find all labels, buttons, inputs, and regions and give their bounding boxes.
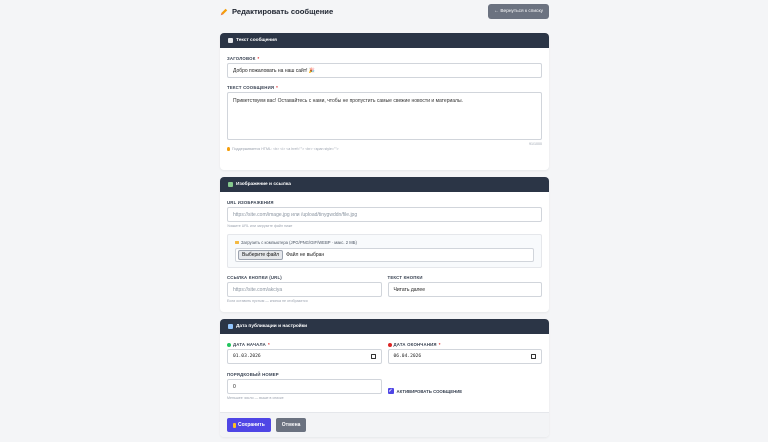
order-label: ПОРЯДКОВЫЙ НОМЕР: [227, 372, 279, 377]
file-input: Выберите файл Файл не выбран: [235, 248, 534, 262]
start-date-label: ДАТА НАЧАЛА *: [227, 342, 382, 347]
image-icon: [228, 182, 233, 187]
page-header: Редактировать сообщение ← Вернуться к сп…: [220, 3, 549, 20]
page-title-text: Редактировать сообщение: [232, 7, 334, 16]
start-date-input[interactable]: 01.03.2026: [227, 349, 382, 364]
document-icon: [228, 38, 233, 43]
calendar-icon: [228, 324, 233, 329]
order-hint: Меньшее число — выше в списке: [227, 396, 284, 400]
activate-checkbox[interactable]: ✓: [387, 388, 394, 394]
title-input[interactable]: Добро пожаловать на наш сайт! 🎉: [227, 63, 542, 78]
lightbulb-icon: [227, 147, 230, 151]
image-url-input[interactable]: https://site.com/image.jpg или /upload/t…: [227, 207, 542, 222]
button-text-input[interactable]: Читать далее: [387, 282, 542, 297]
form-footer: Сохранить Отмена: [220, 412, 549, 437]
file-status: Файл не выбран: [286, 252, 325, 258]
text-section-title: Текст сообщения: [236, 38, 277, 43]
image-url-label: URL ИЗОБРАЖЕНИЯ: [227, 200, 274, 205]
calendar-picker-icon[interactable]: [370, 354, 376, 359]
cancel-button[interactable]: Отмена: [275, 418, 307, 432]
page-title: Редактировать сообщение: [220, 7, 333, 16]
media-section-header: Изображение и ссылка: [220, 177, 549, 192]
body-textarea[interactable]: Приветствуем вас! Оставайтесь с нами, чт…: [227, 92, 542, 140]
back-to-list-button[interactable]: ← Вернуться к списку: [488, 4, 549, 19]
order-input[interactable]: 0: [227, 379, 382, 394]
edit-message-page: Редактировать сообщение ← Вернуться к сп…: [0, 0, 768, 442]
html-hint: Поддерживается HTML: <b> <i> <a href="">…: [227, 147, 542, 151]
dates-section-card: Дата публикации и настройки ДАТА НАЧАЛА *…: [220, 319, 549, 437]
calendar-picker-icon[interactable]: [531, 354, 536, 359]
dates-section-header: Дата публикации и настройки: [220, 319, 549, 334]
pencil-icon: [220, 8, 228, 15]
activate-checkbox-row[interactable]: ✓ АКТИВИРОВАТЬ СООБЩЕНИЕ: [387, 388, 463, 394]
green-dot-icon: [227, 342, 231, 347]
end-date-input[interactable]: 06.04.2026: [387, 349, 542, 364]
body-label: ТЕКСТ СООБЩЕНИЯ *: [227, 85, 279, 90]
title-label: ЗАГОЛОВОК *: [227, 56, 260, 61]
button-text-label: ТЕКСТ КНОПКИ: [387, 275, 423, 280]
save-icon: [233, 422, 236, 428]
text-section-header: Текст сообщения: [220, 33, 549, 48]
choose-file-button[interactable]: Выберите файл: [238, 250, 284, 260]
upload-box: Загрузить с компьютера (JPG/PNG/GIF/WEBP…: [227, 234, 542, 268]
end-date-label: ДАТА ОКОНЧАНИЯ *: [387, 342, 543, 347]
text-section-card: Текст сообщения ЗАГОЛОВОК * Добро пожалов…: [220, 33, 549, 170]
image-url-hint: Укажите URL или загрузите файл ниже: [227, 224, 293, 228]
media-section-title: Изображение и ссылка: [236, 182, 291, 187]
folder-icon: [235, 241, 239, 244]
activate-label: АКТИВИРОВАТЬ СООБЩЕНИЕ: [396, 388, 463, 394]
dates-section-title: Дата публикации и настройки: [236, 324, 308, 329]
save-button[interactable]: Сохранить: [227, 418, 271, 432]
upload-label: Загрузить с компьютера (JPG/PNG/GIF/WEBP…: [235, 240, 534, 245]
button-url-label: ССЫЛКА КНОПКИ (URL): [227, 275, 282, 280]
button-url-hint: Если оставить пустым — кнопка не отобраз…: [227, 299, 308, 303]
media-section-card: Изображение и ссылка URL ИЗОБРАЖЕНИЯ htt…: [220, 177, 549, 312]
char-counter: 91/1000: [529, 142, 542, 146]
red-dot-icon: [387, 342, 392, 347]
button-url-input[interactable]: https://site.com/akciya: [227, 282, 382, 297]
